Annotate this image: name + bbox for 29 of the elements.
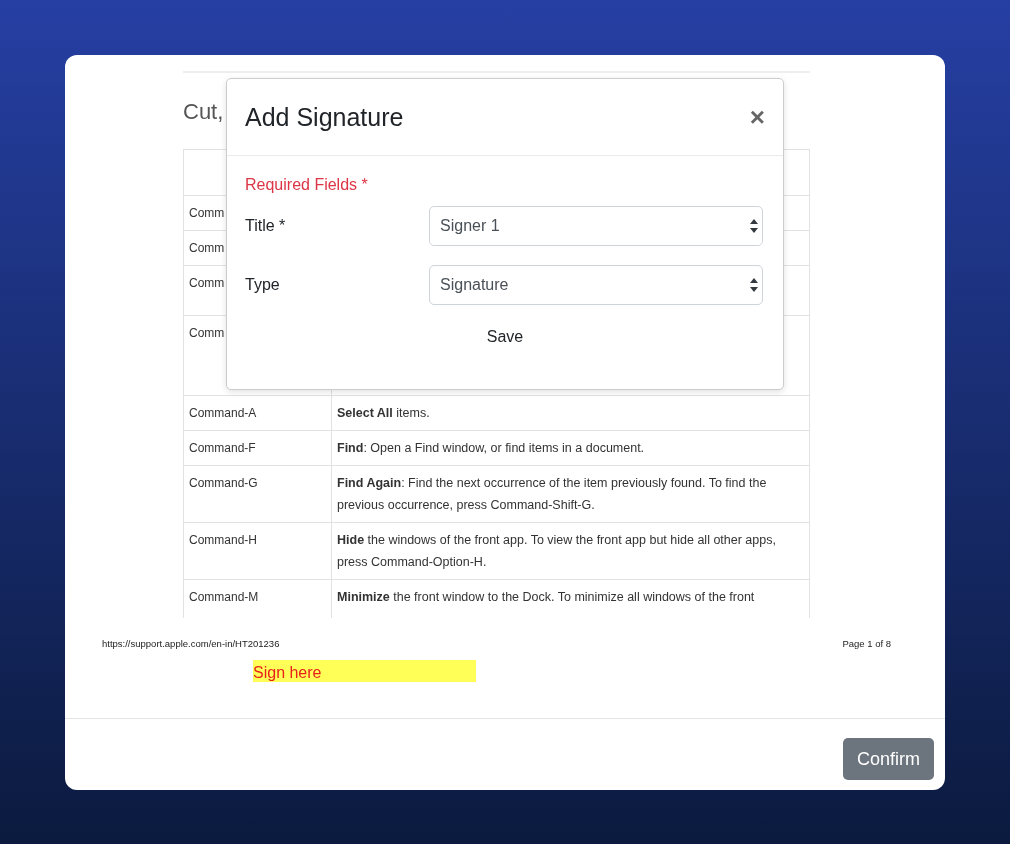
page-number: Page 1 of 8 [842, 638, 891, 649]
dialog-title: Add Signature [245, 102, 404, 132]
table-cell: Select All items. [337, 406, 430, 420]
table-cell: Find Again: Find the next occurrence of the item previously found. To find the previous occurrence, press Command-Shift-G. [337, 476, 767, 512]
select-field[interactable]: Signer 1 [429, 206, 763, 246]
field-label: Title * [245, 217, 287, 235]
table-cell: Comm [189, 326, 225, 340]
confirm-button[interactable]: Confirm [843, 738, 934, 780]
select-field[interactable]: Signature [429, 265, 763, 305]
table-cell: Command-A [189, 406, 257, 420]
required-fields-note: Required Fields * [245, 176, 369, 194]
page-url: https://support.apple.com/en-in/HT201236 [102, 638, 280, 649]
table-cell: Comm [189, 276, 225, 290]
close-button[interactable]: × [749, 104, 765, 130]
table-cell: Comm [189, 241, 225, 255]
table-cell: Command-M [189, 590, 259, 604]
sign-here-field[interactable]: Sign here [253, 660, 476, 682]
table-cell: Minimize the front window to the Dock. To minimize all windows of the front [337, 590, 755, 604]
table-cell: Command-G [189, 476, 258, 490]
table-cell: Command-F [189, 441, 256, 455]
table-cell: Hide the windows of the front app. To view the front app but hide all other apps, press Command-Option-H. [337, 533, 776, 569]
document-heading: Cut, [183, 99, 225, 126]
up-down-caret-icon [750, 278, 758, 292]
table-cell: Comm [189, 206, 225, 220]
table-cell: Command-H [189, 533, 257, 547]
table-cell: Find: Open a Find window, or find items in a document. [337, 441, 645, 455]
field-label: Type [245, 276, 281, 294]
up-down-caret-icon [750, 219, 758, 233]
save-button[interactable]: Save [474, 322, 536, 352]
